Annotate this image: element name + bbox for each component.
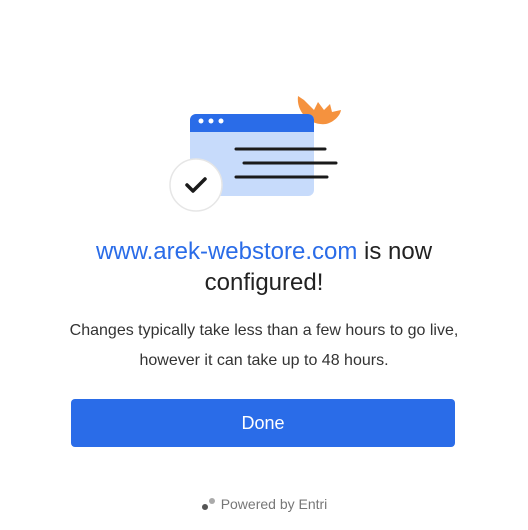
powered-by-text: Powered by Entri [220,496,328,512]
propagation-description: Changes typically take less than a few h… [69,322,459,369]
checkmark-icon [169,158,223,212]
done-button[interactable]: Done [71,399,455,447]
entri-logo-icon [201,496,217,510]
configured-domain-link: www.arek-webstore.com [95,238,358,265]
powered-by-footer: Powered by Entri [0,494,528,514]
page-title: www.arek-webstore.com is now configured! [40,236,488,298]
browser-window-configured-icon [164,88,348,218]
